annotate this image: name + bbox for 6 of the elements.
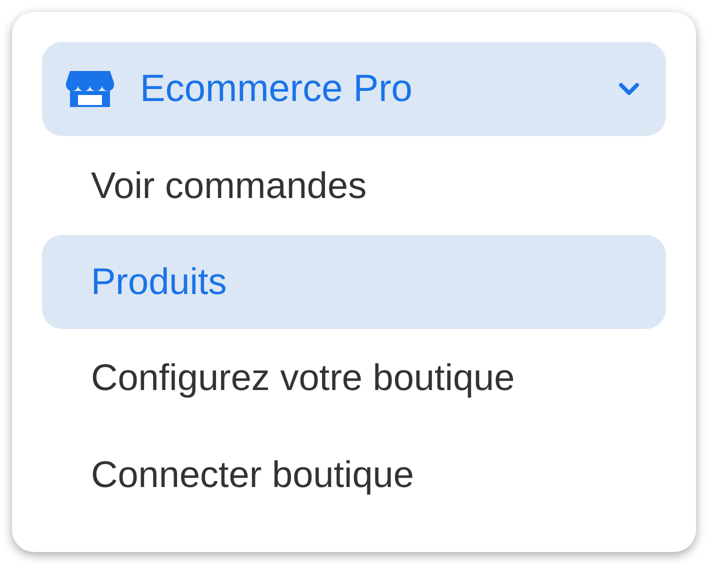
menu-item[interactable]: Connecter boutique xyxy=(42,428,666,522)
store-icon xyxy=(66,69,114,110)
menu-item[interactable]: Produits xyxy=(42,234,666,330)
menu-header[interactable]: Ecommerce Pro xyxy=(42,42,666,136)
menu-item[interactable]: Configurez votre boutique xyxy=(42,331,666,426)
menu-item[interactable]: Voir commandes xyxy=(42,138,666,233)
